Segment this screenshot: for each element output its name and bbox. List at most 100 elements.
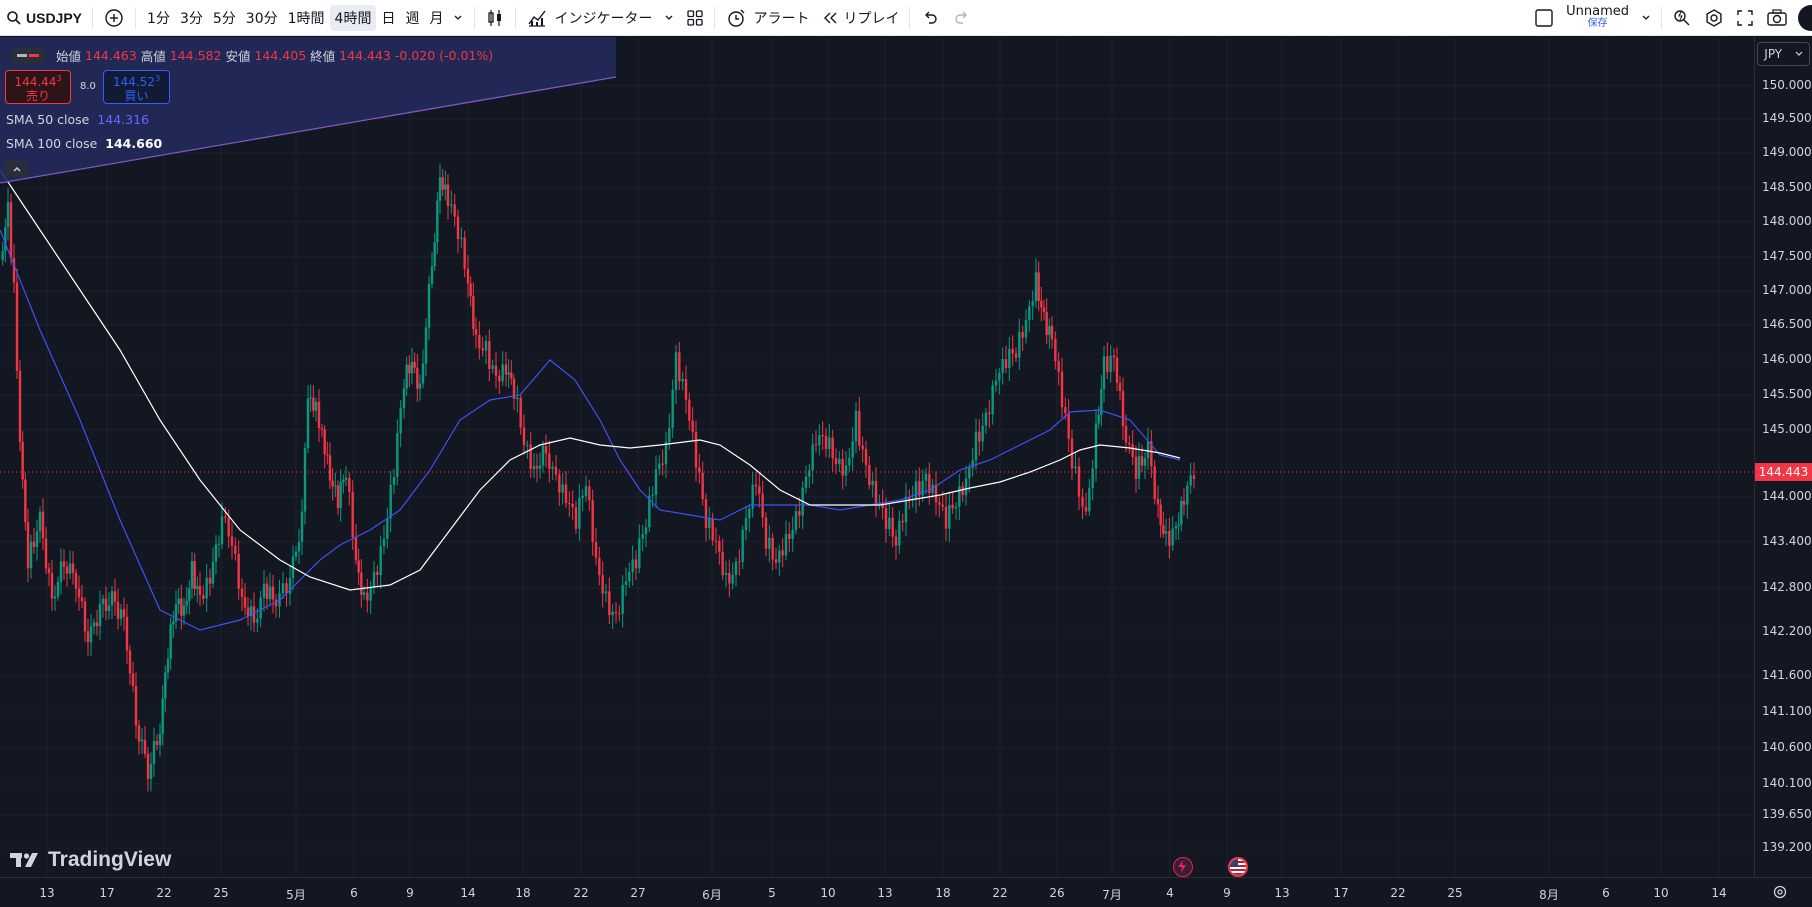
candle-body <box>469 283 472 297</box>
timeframe-day[interactable]: 日 <box>376 8 400 28</box>
layout-name[interactable]: Unnamed 保存 <box>1560 5 1635 30</box>
timeframe-5m[interactable]: 5分 <box>208 8 241 28</box>
candle-body <box>1118 382 1122 392</box>
candle-body <box>281 583 285 594</box>
candle-body <box>143 739 147 754</box>
candle-body <box>211 561 215 584</box>
indicators-dropdown[interactable] <box>658 0 680 36</box>
candle-body <box>568 503 571 505</box>
timeframe-month[interactable]: 月 <box>424 8 448 28</box>
alert-button[interactable]: アラート <box>719 0 815 36</box>
quick-search-icon <box>1674 10 1690 26</box>
timeframe-week[interactable]: 週 <box>400 8 424 28</box>
candle-body <box>53 596 57 599</box>
legend-toggle[interactable] <box>10 47 46 64</box>
candle-body <box>47 568 51 574</box>
candle-body <box>220 516 224 544</box>
candle-body <box>658 463 661 470</box>
high-value: 144.582 <box>169 48 222 63</box>
time-tick-label: 13 <box>1274 886 1290 900</box>
candle-body <box>1124 426 1128 443</box>
account-button[interactable] <box>1794 0 1812 36</box>
price-tick-label: 148.000 <box>1762 214 1812 228</box>
candle-body <box>621 584 624 614</box>
currency-selector[interactable]: JPY <box>1757 42 1810 66</box>
redo-icon <box>955 11 968 24</box>
candle-body <box>259 597 262 619</box>
candle-body <box>864 449 868 466</box>
redo-button[interactable] <box>946 0 978 36</box>
snapshot-button[interactable] <box>1760 0 1794 36</box>
symbol-search[interactable]: USDJPY <box>0 0 88 36</box>
chevron-up-icon <box>13 167 21 172</box>
undo-button[interactable] <box>914 0 946 36</box>
candle-body <box>331 480 334 487</box>
candle-body <box>738 561 741 563</box>
candle-body <box>71 563 75 573</box>
time-tick-label: 6 <box>1602 886 1610 900</box>
candle-body <box>1040 300 1043 308</box>
dividend-event-marker[interactable] <box>1173 857 1193 877</box>
candle-body <box>1057 361 1060 372</box>
price-tick-label: 147.000 <box>1762 283 1812 297</box>
timeframe-dropdown[interactable] <box>448 13 468 23</box>
economic-event-marker[interactable] <box>1228 857 1248 877</box>
timeframe-30m[interactable]: 30分 <box>241 8 283 28</box>
low-label: 安値 <box>225 49 251 64</box>
candle-body <box>300 511 304 542</box>
scale-settings-button[interactable] <box>1772 884 1788 900</box>
candle-body <box>205 577 208 599</box>
layout-dropdown[interactable] <box>1635 0 1657 36</box>
candle-body <box>988 412 991 415</box>
candle-body <box>641 534 644 539</box>
candle-body <box>32 541 36 548</box>
replay-button[interactable]: リプレイ <box>815 0 905 36</box>
sma100-legend[interactable]: SMA 100 close 144.660 <box>6 136 162 151</box>
templates-button[interactable] <box>680 0 710 36</box>
candle-body <box>1168 531 1171 546</box>
timeframe-3m[interactable]: 3分 <box>175 8 208 28</box>
timeframe-1h[interactable]: 1時間 <box>283 8 330 28</box>
candle-body <box>1011 348 1014 354</box>
time-tick-label: 9 <box>406 886 414 900</box>
candle-body <box>227 517 230 537</box>
candle-body <box>376 571 379 576</box>
candle-body <box>198 586 202 595</box>
candle-body <box>1088 487 1091 512</box>
settings-button[interactable] <box>1698 0 1730 36</box>
price-tick-label: 144.000 <box>1762 489 1812 503</box>
candle-body <box>344 477 348 480</box>
candle-body <box>312 397 315 411</box>
candle-body <box>408 364 411 374</box>
sell-button[interactable]: 144.443 売り <box>5 70 71 104</box>
sma50-legend[interactable]: SMA 50 close 144.316 <box>6 112 149 127</box>
layout-checkbox[interactable] <box>1528 0 1560 36</box>
candle-body <box>196 586 199 589</box>
timeframe-1m[interactable]: 1分 <box>142 8 175 28</box>
candle-body <box>1109 355 1112 373</box>
candle-body <box>466 268 470 284</box>
chart-type-button[interactable] <box>479 0 511 36</box>
candle-body <box>4 226 7 251</box>
compare-button[interactable] <box>97 0 131 36</box>
candle-body <box>1081 496 1084 507</box>
timeframe-4h[interactable]: 4時間 <box>329 4 377 31</box>
candle-body <box>828 437 831 449</box>
divider <box>474 6 476 29</box>
quick-search-button[interactable] <box>1666 0 1698 36</box>
indicators-label: インジケーター <box>554 10 653 27</box>
buy-button[interactable]: 144.523 買い <box>103 70 170 104</box>
candle-body <box>1031 301 1034 307</box>
candle-body <box>38 511 42 532</box>
candle-body <box>125 616 129 651</box>
time-tick-label: 8月 <box>1539 888 1559 902</box>
change-value: -0.020 (-0.01%) <box>394 48 494 63</box>
indicators-button[interactable]: インジケーター <box>520 0 658 36</box>
candle-body <box>234 545 237 555</box>
candle-body <box>137 725 141 742</box>
candle-body <box>591 500 594 542</box>
collapse-legend-button[interactable] <box>6 161 28 177</box>
candle-body <box>152 741 156 764</box>
fullscreen-button[interactable] <box>1730 0 1760 36</box>
sell-price: 144.443 <box>14 72 61 89</box>
